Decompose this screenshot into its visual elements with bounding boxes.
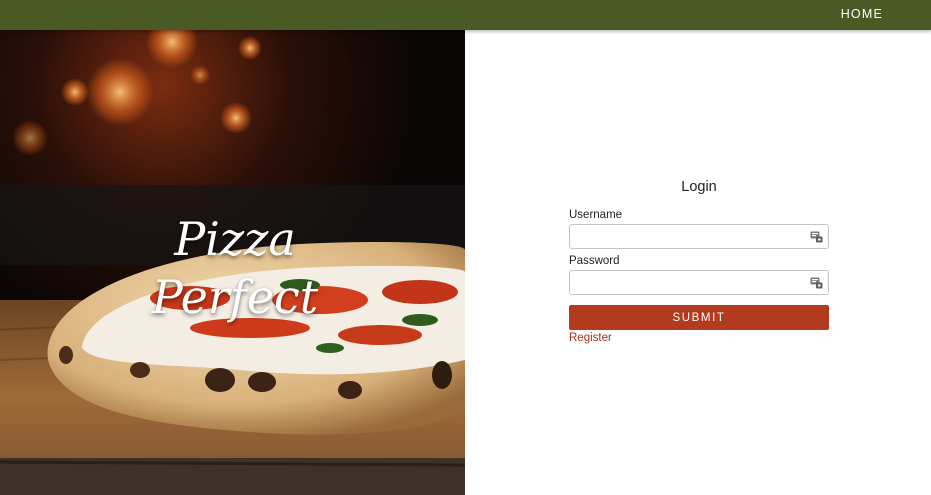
password-manager-icon[interactable] — [810, 231, 823, 243]
login-heading: Login — [681, 179, 717, 195]
top-navbar: HOME — [0, 0, 931, 30]
username-input[interactable] — [570, 225, 828, 248]
username-label: Username — [569, 209, 623, 221]
password-manager-icon[interactable] — [810, 277, 823, 289]
password-label: Password — [569, 255, 620, 267]
password-input[interactable] — [570, 271, 828, 294]
username-field-wrapper — [569, 224, 829, 249]
hero-title-line-1: Pizza — [174, 212, 296, 266]
hero-title: Pizza Perfect — [120, 210, 350, 326]
register-link[interactable]: Register — [569, 332, 612, 344]
submit-button[interactable]: SUBMIT — [569, 305, 829, 330]
hero-image: Pizza Perfect — [0, 30, 465, 495]
nav-home-link[interactable]: HOME — [841, 0, 883, 30]
hero-title-line-2: Perfect — [151, 270, 319, 324]
login-panel: Login Username Password SUBMIT Register — [465, 30, 931, 495]
password-field-wrapper — [569, 270, 829, 295]
